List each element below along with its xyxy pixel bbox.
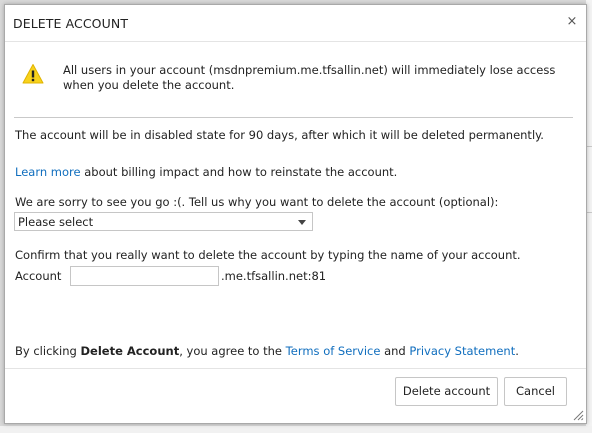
delete-account-dialog: DELETE ACCOUNT × All users in your accou… [4, 4, 587, 424]
reason-select[interactable]: Please select [14, 212, 313, 231]
reason-select-value: Please select [18, 215, 94, 229]
close-icon[interactable]: × [564, 14, 580, 30]
dialog-titlebar: DELETE ACCOUNT × [5, 5, 586, 42]
learn-more-link[interactable]: Learn more [15, 165, 81, 179]
account-name-input[interactable] [70, 266, 219, 286]
resize-grip-icon[interactable] [573, 410, 584, 421]
confirm-prompt: Confirm that you really want to delete t… [15, 248, 521, 262]
chevron-down-icon [298, 220, 306, 225]
warning-message: All users in your account (msdnpremium.m… [63, 63, 556, 92]
disabled-notice: The account will be in disabled state fo… [15, 128, 544, 142]
warning-triangle-icon [22, 64, 44, 84]
delete-account-button[interactable]: Delete account [395, 377, 498, 406]
terms-of-service-link[interactable]: Terms of Service [286, 344, 381, 358]
account-suffix: .me.tfsallin.net:81 [221, 269, 327, 283]
learn-more-rest: about billing impact and how to reinstat… [80, 165, 398, 179]
agreement-text: By clicking Delete Account, you agree to… [15, 344, 519, 358]
agreement-middle: , you agree to the [179, 344, 286, 358]
cancel-button[interactable]: Cancel [504, 377, 567, 406]
account-label: Account [15, 269, 62, 283]
agreement-and: and [380, 344, 410, 358]
agreement-bold: Delete Account [80, 344, 180, 358]
privacy-statement-link[interactable]: Privacy Statement [409, 344, 515, 358]
reason-prompt: We are sorry to see you go :(. Tell us w… [15, 195, 499, 209]
dialog-title: DELETE ACCOUNT [13, 16, 129, 31]
footer-divider [5, 368, 586, 369]
agreement-prefix: By clicking [15, 344, 81, 358]
learn-more-line: Learn more about billing impact and how … [15, 165, 397, 179]
backdrop-bottom [0, 426, 592, 433]
agreement-end: . [515, 344, 519, 358]
divider [14, 117, 573, 118]
